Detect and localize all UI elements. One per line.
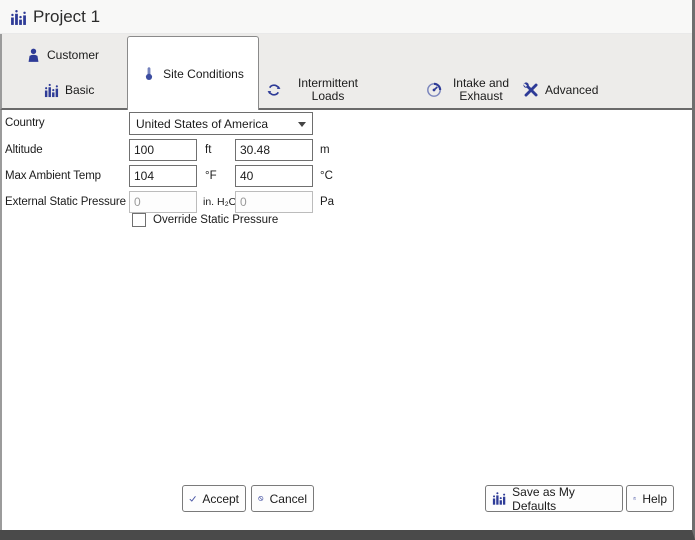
altitude-metric-input[interactable] bbox=[235, 139, 313, 161]
tab-intake-and-exhaust[interactable]: Intake and Exhaust bbox=[426, 74, 514, 106]
tab-label: Customer bbox=[47, 47, 100, 62]
external-static-pressure-label: External Static Pressure bbox=[5, 196, 126, 208]
accept-button[interactable]: Accept bbox=[182, 485, 246, 512]
site-conditions-panel: Country United States of America Altitud… bbox=[0, 110, 692, 530]
altitude-imperial-unit: ft bbox=[205, 144, 212, 156]
country-selected-value: United States of America bbox=[136, 116, 269, 131]
max-ambient-temp-metric-input[interactable] bbox=[235, 165, 313, 187]
help-button[interactable]: ? Help bbox=[626, 485, 674, 512]
thermometer-icon bbox=[146, 67, 153, 80]
cancel-button-label: Cancel bbox=[269, 491, 307, 506]
tab-site-conditions[interactable]: Site Conditions bbox=[127, 36, 259, 110]
max-ambient-temp-label: Max Ambient Temp bbox=[5, 170, 101, 182]
max-ambient-temp-imperial-unit: °F bbox=[205, 170, 217, 182]
bar-chart-icon bbox=[492, 492, 506, 505]
chevron-down-icon bbox=[298, 122, 306, 127]
tab-strip: Customer Notes Basic Site Cond bbox=[0, 34, 692, 110]
cancel-button[interactable]: Cancel bbox=[251, 485, 314, 512]
tab-label: Intermittent Loads bbox=[297, 76, 359, 103]
title-bar: Project 1 bbox=[0, 0, 692, 34]
tools-icon bbox=[523, 82, 538, 97]
gauge-icon bbox=[427, 82, 442, 97]
override-static-pressure-label: Override Static Pressure bbox=[153, 214, 279, 226]
country-label: Country bbox=[5, 117, 45, 129]
customer-icon bbox=[28, 48, 39, 62]
override-static-pressure-checkbox[interactable] bbox=[132, 213, 146, 227]
page-title: Project 1 bbox=[33, 7, 101, 26]
cycle-icon bbox=[267, 84, 281, 96]
altitude-imperial-input[interactable] bbox=[129, 139, 197, 161]
prohibition-icon bbox=[258, 496, 264, 501]
bar-chart-icon bbox=[11, 10, 26, 25]
max-ambient-temp-metric-unit: °C bbox=[320, 170, 333, 182]
tab-advanced[interactable]: Advanced bbox=[523, 78, 598, 102]
altitude-label: Altitude bbox=[5, 144, 43, 156]
checkmark-icon bbox=[189, 495, 196, 502]
tab-label: Intake and Exhaust bbox=[452, 76, 510, 103]
tab-customer[interactable]: Customer bbox=[26, 44, 99, 66]
tab-label: Basic bbox=[65, 82, 95, 97]
save-as-my-defaults-label: Save as My Defaults bbox=[512, 484, 575, 513]
bar-chart-icon bbox=[44, 83, 59, 97]
help-button-label: Help bbox=[642, 491, 667, 506]
tab-label: Advanced bbox=[545, 82, 599, 97]
tab-basic[interactable]: Basic bbox=[44, 78, 94, 102]
project-dialog-window: Project 1 Customer Notes bbox=[0, 0, 695, 540]
question-mark-icon: ? bbox=[633, 497, 637, 500]
external-static-pressure-metric-unit: Pa bbox=[320, 196, 335, 208]
save-as-my-defaults-button[interactable]: Save as My Defaults bbox=[485, 484, 623, 513]
max-ambient-temp-imperial-input[interactable] bbox=[129, 165, 197, 187]
tab-intermittent-loads[interactable]: Intermittent Loads bbox=[266, 74, 368, 106]
altitude-metric-unit: m bbox=[320, 144, 330, 156]
tab-label: Site Conditions bbox=[163, 66, 244, 81]
accept-button-label: Accept bbox=[202, 491, 239, 506]
country-select[interactable]: United States of America bbox=[129, 112, 313, 135]
